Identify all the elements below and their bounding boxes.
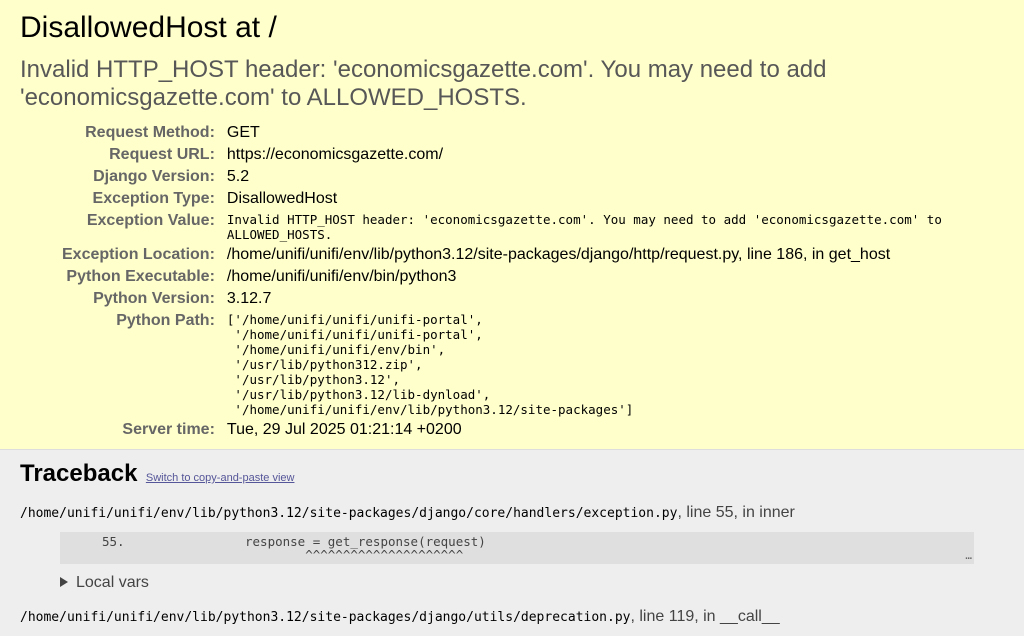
- request-meta-table: Request Method: GET Request URL: https:/…: [62, 122, 982, 441]
- frame-header: /home/unifi/unifi/env/lib/python3.12/sit…: [20, 504, 1004, 522]
- local-vars-label: Local vars: [76, 574, 149, 591]
- meta-label: Request URL:: [109, 146, 215, 163]
- meta-value: GET: [226, 124, 260, 141]
- page-title: DisallowedHost at /: [20, 11, 277, 44]
- meta-value: Tue, 29 Jul 2025 01:21:14 +0200: [226, 421, 462, 438]
- meta-row-django-version: Django Version: 5.2: [62, 166, 982, 188]
- meta-label: Exception Type:: [92, 190, 215, 207]
- switch-view-link[interactable]: Switch to copy-and-paste view: [146, 472, 295, 484]
- disclosure-triangle-icon: [60, 577, 68, 587]
- meta-label: Python Version:: [93, 290, 215, 307]
- meta-label: Python Executable:: [66, 268, 215, 285]
- frame-file: /home/unifi/unifi/env/lib/python3.12/sit…: [20, 506, 678, 521]
- summary-panel: DisallowedHost at / Invalid HTTP_HOST he…: [0, 0, 1024, 450]
- meta-value: Invalid HTTP_HOST header: 'economicsgaze…: [226, 212, 942, 242]
- frame-context[interactable]: 55. response = get_response(request) ^^^…: [60, 532, 974, 564]
- meta-row-python-executable: Python Executable: /home/unifi/unifi/env…: [62, 266, 982, 288]
- meta-value: ['/home/unifi/unifi/unifi-portal', '/hom…: [226, 312, 634, 417]
- local-vars-toggle[interactable]: Local vars: [60, 574, 1004, 592]
- expand-ellipsis[interactable]: …: [965, 549, 972, 562]
- traceback-section: Traceback Switch to copy-and-paste view …: [0, 450, 1024, 636]
- meta-row-request-url: Request URL: https://economicsgazette.co…: [62, 144, 982, 166]
- meta-row-exception-location: Exception Location: /home/unifi/unifi/en…: [62, 244, 982, 266]
- exception-value-heading: Invalid HTTP_HOST header: 'economicsgaze…: [20, 56, 827, 111]
- meta-row-exception-type: Exception Type: DisallowedHost: [62, 188, 982, 210]
- meta-label: Exception Value:: [86, 212, 215, 229]
- meta-label: Request Method:: [85, 124, 215, 141]
- frame-file: /home/unifi/unifi/env/lib/python3.12/sit…: [20, 610, 631, 625]
- traceback-heading: Traceback: [20, 460, 138, 487]
- meta-label: Python Path:: [116, 312, 215, 329]
- meta-row-python-path: Python Path: ['/home/unifi/unifi/unifi-p…: [62, 310, 982, 419]
- meta-label: Exception Location:: [62, 246, 215, 263]
- caret-line: ^^^^^^^^^^^^^^^^^^^^^: [102, 547, 464, 562]
- meta-value: 5.2: [226, 168, 250, 185]
- meta-row-exception-value: Exception Value: Invalid HTTP_HOST heade…: [62, 210, 982, 244]
- meta-label: Server time:: [122, 421, 215, 438]
- meta-value: DisallowedHost: [226, 190, 338, 207]
- meta-row-request-method: Request Method: GET: [62, 122, 982, 144]
- meta-label: Django Version:: [93, 168, 215, 185]
- meta-value: /home/unifi/unifi/env/lib/python3.12/sit…: [226, 246, 891, 263]
- meta-value: /home/unifi/unifi/env/bin/python3: [226, 268, 457, 285]
- frame-suffix: , line 119, in __call__: [630, 608, 780, 625]
- meta-value: 3.12.7: [226, 290, 272, 307]
- frame-suffix: , line 55, in inner: [677, 504, 795, 521]
- meta-row-server-time: Server time: Tue, 29 Jul 2025 01:21:14 +…: [62, 419, 982, 441]
- meta-row-python-version: Python Version: 3.12.7: [62, 288, 982, 310]
- meta-value: https://economicsgazette.com/: [226, 146, 444, 163]
- frame-header: /home/unifi/unifi/env/lib/python3.12/sit…: [20, 608, 1004, 626]
